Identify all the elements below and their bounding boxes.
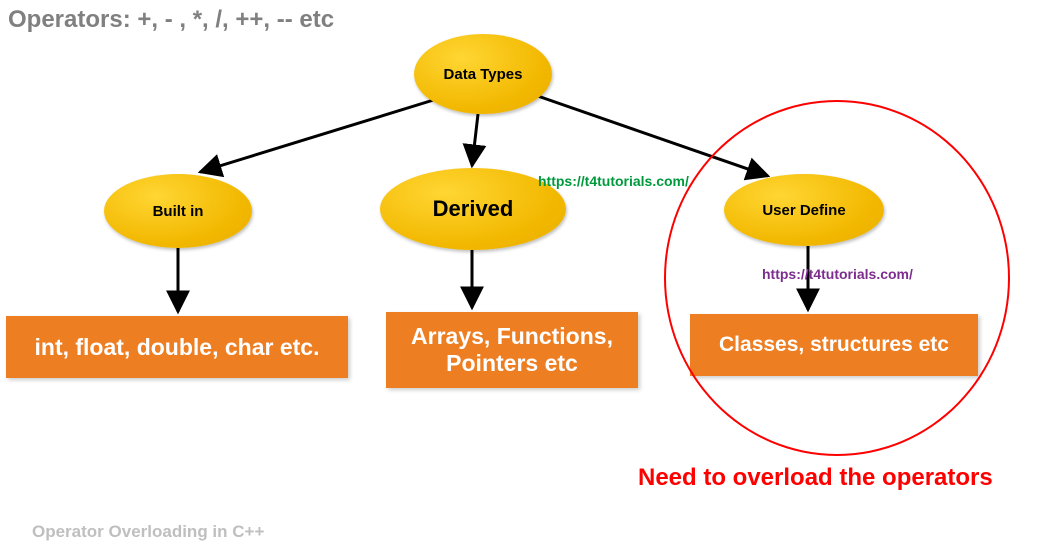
- diagram-canvas: Operators: +, - , *, /, ++, -- etc Opera…: [0, 0, 1042, 554]
- caption-text: Operator Overloading in C++: [32, 522, 264, 542]
- node-data-types: Data Types: [414, 34, 552, 114]
- watermark-purple: https://t4tutorials.com/: [762, 266, 913, 282]
- node-built-in: Built in: [104, 174, 252, 248]
- box-text: Classes, structures etc: [719, 333, 949, 357]
- node-user-define: User Define: [724, 174, 884, 246]
- node-label: Built in: [153, 203, 204, 220]
- node-label: Derived: [433, 196, 514, 222]
- node-label: User Define: [762, 202, 845, 219]
- node-label: Data Types: [444, 66, 523, 83]
- box-user-define-examples: Classes, structures etc: [690, 314, 978, 376]
- page-title: Operators: +, - , *, /, ++, -- etc: [8, 6, 334, 34]
- highlight-text: Need to overload the operators: [638, 464, 993, 492]
- box-text: Arrays, Functions, Pointers etc: [390, 323, 634, 377]
- watermark-green: https://t4tutorials.com/: [538, 173, 689, 189]
- box-derived-examples: Arrays, Functions, Pointers etc: [386, 312, 638, 388]
- box-built-in-examples: int, float, double, char etc.: [6, 316, 348, 378]
- box-text: int, float, double, char etc.: [35, 334, 320, 361]
